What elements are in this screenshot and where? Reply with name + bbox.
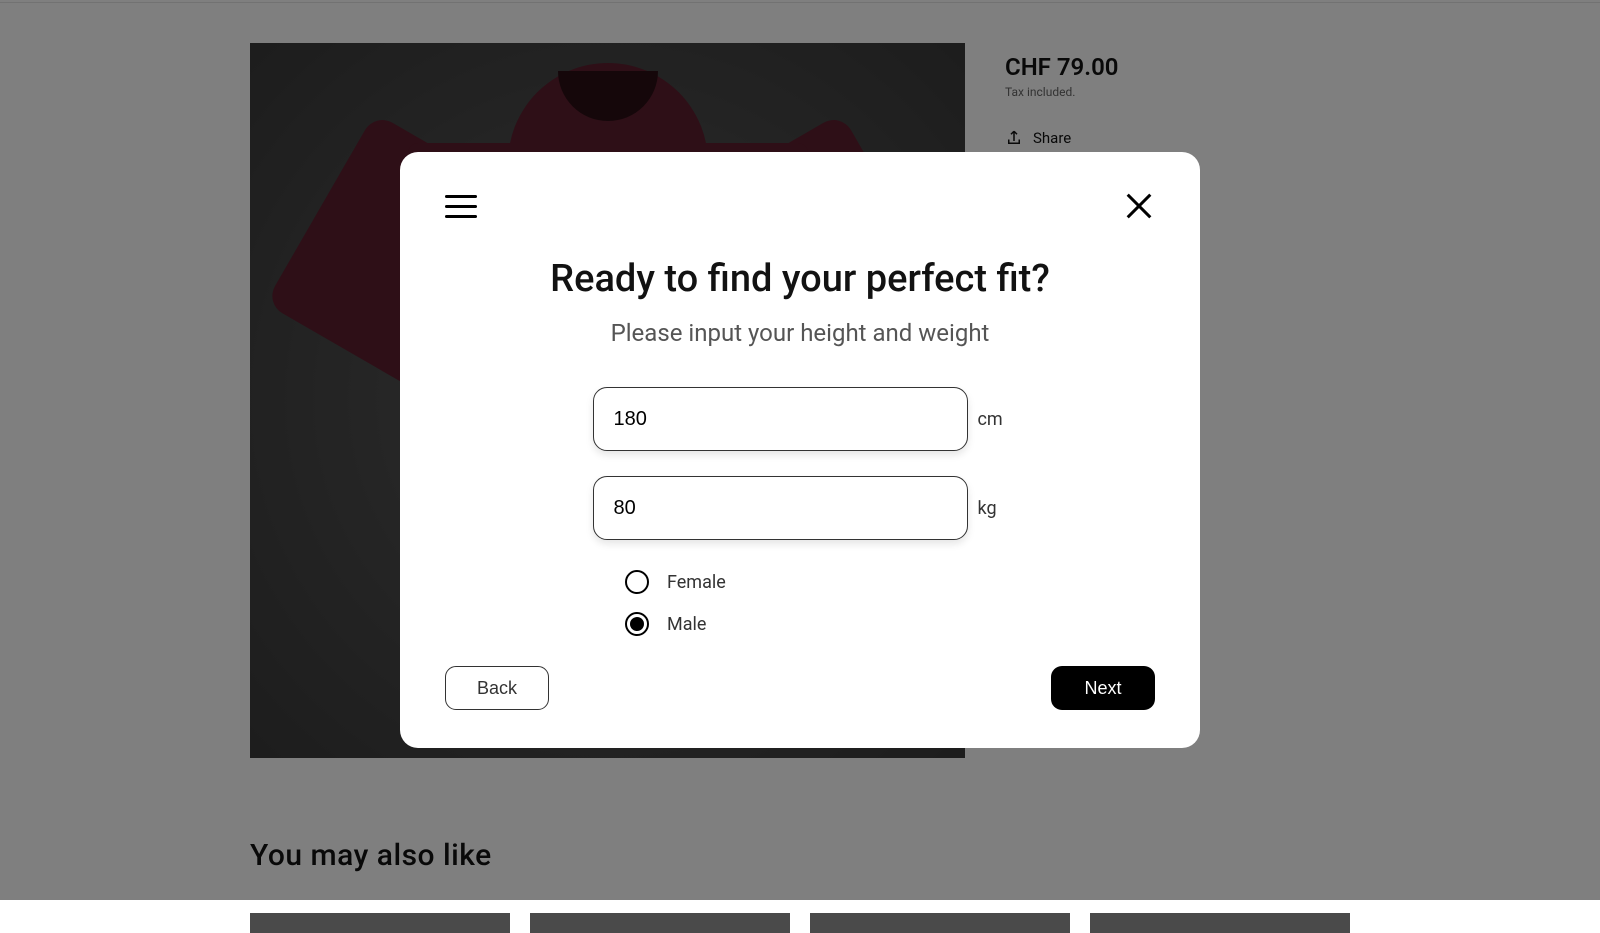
modal-subtitle: Please input your height and weight <box>445 319 1155 347</box>
next-button[interactable]: Next <box>1051 666 1155 710</box>
radio-label-male: Male <box>667 614 706 635</box>
radio-circle-female <box>625 570 649 594</box>
close-icon[interactable] <box>1123 190 1155 222</box>
hamburger-icon[interactable] <box>445 195 477 218</box>
back-button[interactable]: Back <box>445 666 549 710</box>
height-unit: cm <box>978 409 1008 430</box>
size-finder-modal: Ready to find your perfect fit? Please i… <box>400 152 1200 748</box>
height-input[interactable] <box>593 387 968 451</box>
modal-title: Ready to find your perfect fit? <box>445 257 1155 301</box>
related-item[interactable] <box>810 913 1070 933</box>
radio-male[interactable]: Male <box>625 612 1155 636</box>
related-grid <box>250 913 1350 933</box>
radio-female[interactable]: Female <box>625 570 1155 594</box>
weight-input-row: kg <box>445 476 1155 540</box>
weight-input[interactable] <box>593 476 968 540</box>
radio-label-female: Female <box>667 572 726 593</box>
gender-radio-group: Female Male <box>625 570 1155 636</box>
modal-footer: Back Next <box>445 666 1155 710</box>
related-item[interactable] <box>1090 913 1350 933</box>
related-item[interactable] <box>250 913 510 933</box>
radio-circle-male <box>625 612 649 636</box>
weight-unit: kg <box>978 498 1008 519</box>
related-item[interactable] <box>530 913 790 933</box>
modal-header <box>445 190 1155 222</box>
height-input-row: cm <box>445 387 1155 451</box>
